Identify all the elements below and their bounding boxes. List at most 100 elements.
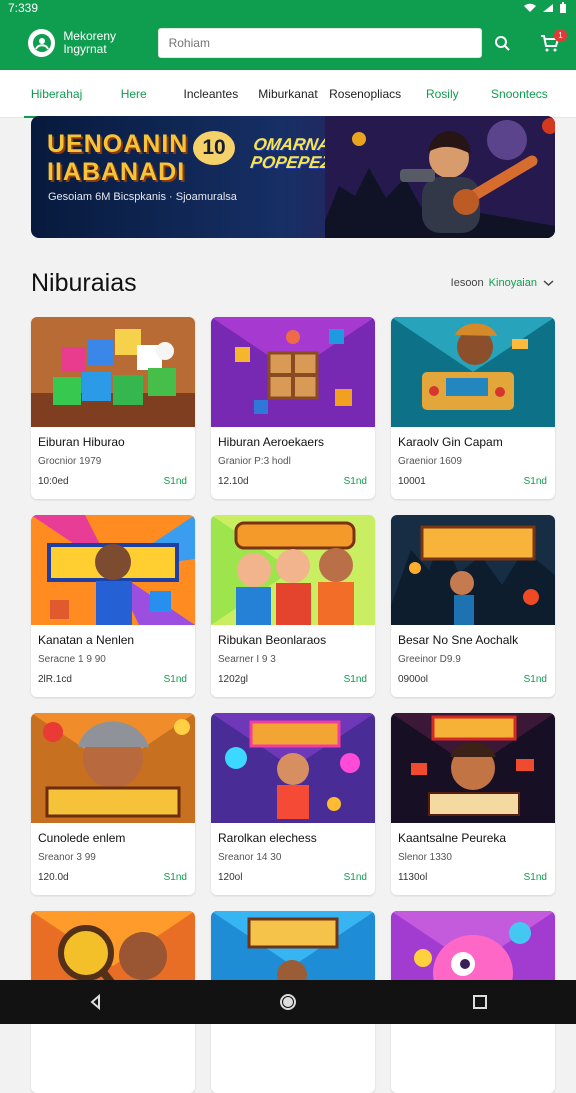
status-bar: 7:339 bbox=[0, 0, 576, 16]
helmet-game-image bbox=[31, 713, 195, 823]
product-title: Rarolkan elechess bbox=[218, 831, 317, 845]
product-image bbox=[391, 317, 555, 427]
product-title: Ribukan Beonlaraos bbox=[218, 633, 327, 647]
section-title: Niburaias bbox=[31, 268, 137, 297]
product-card[interactable]: Kanatan a Nenlen Seracne 1 9 90 2lR.1cd … bbox=[31, 515, 195, 697]
product-title: Karaolv Gin Capam bbox=[398, 435, 503, 449]
wifi-icon bbox=[524, 3, 536, 12]
chevron-down-icon bbox=[543, 280, 554, 287]
product-image bbox=[211, 515, 375, 625]
product-price: 1202gl bbox=[218, 674, 249, 685]
product-price: 1130ol bbox=[398, 872, 428, 883]
search-input[interactable] bbox=[158, 36, 481, 50]
product-tag[interactable]: S1nd bbox=[524, 674, 547, 685]
product-card[interactable]: Cunolede enlem Sreanor 3 99 120.0d S1nd bbox=[31, 713, 195, 895]
product-card[interactable]: Ribukan Beonlaraos Searner I 9 3 1202gl … bbox=[211, 515, 375, 697]
product-card[interactable]: Rarolkan elechess Sreanor 14 30 120ol S1… bbox=[211, 713, 375, 895]
banner-subtitle: Gesoiam 6M Bicspkanis · Sjoamuralsa bbox=[48, 191, 237, 203]
product-card[interactable]: Besar No Sne Aochalk Greeinor D9.9 0900o… bbox=[391, 515, 555, 697]
colorful-games-image bbox=[31, 515, 195, 625]
system-navigation-bar bbox=[0, 980, 576, 1024]
product-title: Kanatan a Nenlen bbox=[38, 633, 135, 647]
puzzle-cubes-image bbox=[31, 317, 195, 427]
tab-rosenopliacs[interactable]: Rosenopliacs bbox=[327, 70, 404, 118]
gift-box-image bbox=[211, 317, 375, 427]
sort-label: Iesoon bbox=[450, 277, 484, 289]
city-games-image bbox=[391, 515, 555, 625]
product-tag[interactable]: S1nd bbox=[524, 476, 547, 487]
brand-name: Mekoreny Ingyrnat bbox=[63, 29, 116, 56]
kids-games-image bbox=[211, 515, 375, 625]
product-image bbox=[31, 317, 195, 427]
tab-incleantes[interactable]: Incleantes bbox=[172, 70, 249, 118]
store-logo-icon bbox=[32, 34, 51, 52]
product-title: Hiburan Aeroekaers bbox=[218, 435, 325, 449]
search-icon bbox=[495, 36, 510, 51]
product-tag[interactable]: S1nd bbox=[164, 872, 187, 883]
product-meta: Grocnior 1979 bbox=[38, 456, 102, 467]
product-meta: Granior P:3 hodl bbox=[218, 456, 291, 467]
product-tag[interactable]: S1nd bbox=[344, 476, 367, 487]
tab-rosily[interactable]: Rosily bbox=[404, 70, 481, 118]
tab-hiberahaj[interactable]: Hiberahaj bbox=[18, 70, 95, 118]
product-card[interactable]: Karaolv Gin Capam Graenior 1609 10001 S1… bbox=[391, 317, 555, 499]
tab-here[interactable]: Here bbox=[95, 70, 172, 118]
home-button[interactable] bbox=[263, 980, 313, 1024]
sort-value: Kinoyaian bbox=[488, 277, 537, 289]
product-meta: Sreanor 3 99 bbox=[38, 852, 96, 863]
product-title: Besar No Sne Aochalk bbox=[398, 633, 519, 647]
product-meta: Graenior 1609 bbox=[398, 456, 462, 467]
search-box[interactable] bbox=[157, 28, 482, 58]
back-button[interactable] bbox=[71, 980, 121, 1024]
product-price: 120ol bbox=[218, 872, 243, 883]
game-console-image bbox=[391, 317, 555, 427]
product-meta: Searner I 9 3 bbox=[218, 654, 276, 665]
product-tag[interactable]: S1nd bbox=[164, 476, 187, 487]
product-price: 0900ol bbox=[398, 674, 429, 685]
banner-badge: 10 bbox=[193, 131, 235, 165]
search-button[interactable] bbox=[486, 28, 519, 58]
product-title: Eiburan Hiburao bbox=[38, 435, 125, 449]
product-title: Kaantsalne Peureka bbox=[398, 831, 507, 845]
promo-banner[interactable]: UENOANIN 1 IIABANADI 10 Gesoiam 6M Bicsp… bbox=[31, 116, 555, 238]
product-tag[interactable]: S1nd bbox=[344, 872, 367, 883]
cart-button[interactable]: 1 bbox=[537, 28, 567, 58]
product-meta: Sreanor 14 30 bbox=[218, 852, 282, 863]
tab-miburkanat[interactable]: Miburkanat bbox=[249, 70, 326, 118]
product-tag[interactable]: S1nd bbox=[524, 872, 547, 883]
app-logo[interactable] bbox=[28, 29, 56, 57]
product-image bbox=[391, 515, 555, 625]
sort-dropdown[interactable]: Iesoon Kinoyaian bbox=[451, 277, 555, 289]
product-image bbox=[391, 713, 555, 823]
product-meta: Slenor 1330 bbox=[398, 852, 452, 863]
product-tag[interactable]: S1nd bbox=[164, 674, 187, 685]
status-time: 7:339 bbox=[8, 1, 39, 15]
product-price: 2lR.1cd bbox=[38, 674, 72, 685]
product-card[interactable]: Eiburan Hiburao Grocnior 1979 10:0ed S1n… bbox=[31, 317, 195, 499]
product-card[interactable]: Hiburan Aeroekaers Granior P:3 hodl 12.1… bbox=[211, 317, 375, 499]
product-meta: Greeinor D9.9 bbox=[398, 654, 461, 665]
product-image bbox=[31, 515, 195, 625]
product-meta: Seracne 1 9 90 bbox=[38, 654, 106, 665]
product-price: 10:0ed bbox=[38, 476, 69, 487]
product-image bbox=[211, 317, 375, 427]
product-image bbox=[31, 713, 195, 823]
back-icon bbox=[90, 993, 100, 1011]
banner-art bbox=[325, 116, 555, 238]
recent-apps-button[interactable] bbox=[455, 980, 505, 1024]
category-tabs: Hiberahaj Here Incleantes Miburkanat Ros… bbox=[0, 70, 576, 118]
home-icon bbox=[280, 994, 296, 1010]
product-title: Cunolede enlem bbox=[38, 831, 126, 845]
app-bar: Mekoreny Ingyrnat 1 bbox=[0, 16, 576, 70]
status-icons bbox=[523, 2, 568, 14]
signal-icon bbox=[543, 4, 553, 12]
product-image bbox=[211, 713, 375, 823]
product-price: 10001 bbox=[398, 476, 426, 487]
product-card[interactable]: Kaantsalne Peureka Slenor 1330 1130ol S1… bbox=[391, 713, 555, 895]
product-price: 12.10d bbox=[218, 476, 249, 487]
recent-apps-icon bbox=[473, 995, 487, 1009]
tab-snoontecs[interactable]: Snoontecs bbox=[481, 70, 558, 118]
party-game-image bbox=[211, 713, 375, 823]
product-tag[interactable]: S1nd bbox=[344, 674, 367, 685]
battery-icon bbox=[560, 2, 566, 13]
